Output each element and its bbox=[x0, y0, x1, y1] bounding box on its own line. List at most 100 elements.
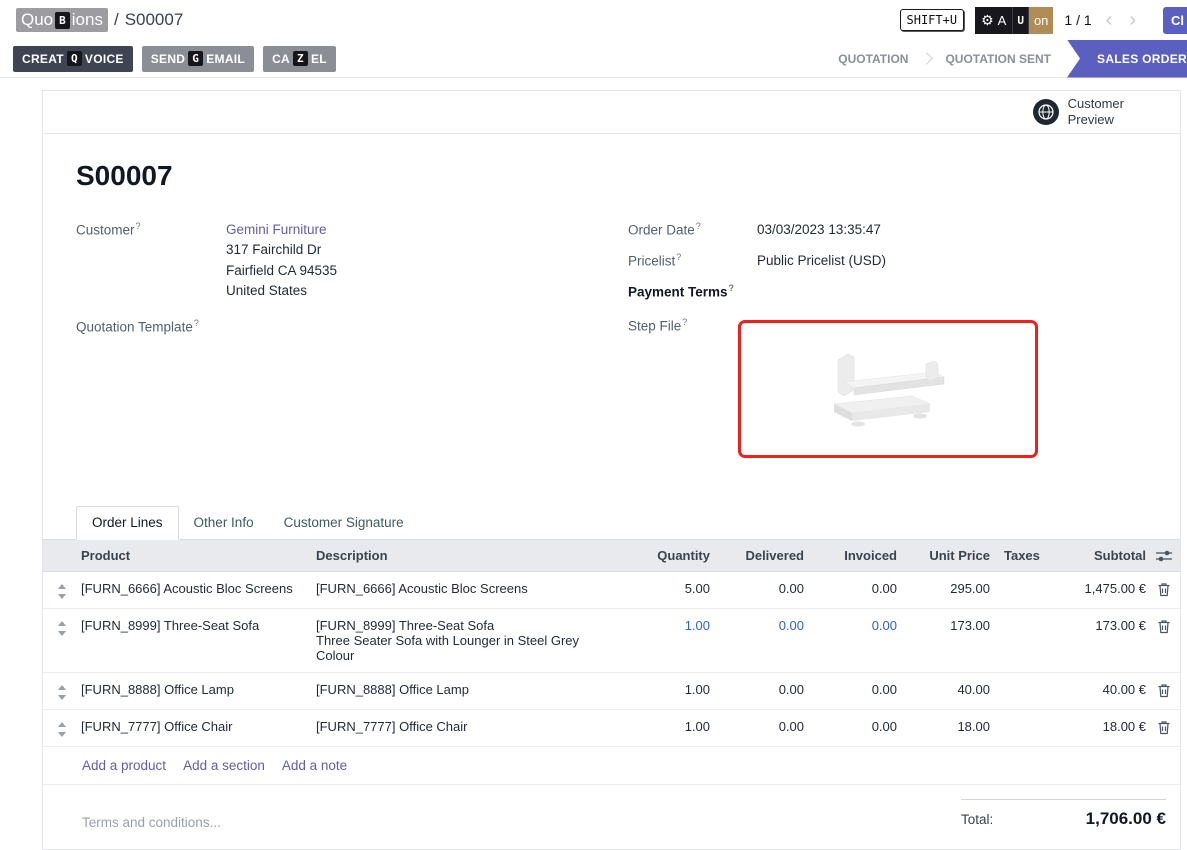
help-icon: ? bbox=[682, 317, 687, 327]
pricelist-field-row: Pricelist? Public Pricelist (USD) bbox=[628, 251, 1147, 272]
top-navbar: Quo B ions / S00007 SHIFT+U ⚙ A U on 1 /… bbox=[0, 0, 1187, 40]
header-subtotal[interactable]: Subtotal bbox=[1036, 548, 1146, 563]
shortcut-hint-badge: SHIFT+U bbox=[900, 9, 965, 31]
header-invoiced[interactable]: Invoiced bbox=[804, 548, 897, 563]
cell-description[interactable]: [FURN_8999] Three-Seat Sofa Three Seater… bbox=[316, 618, 620, 663]
action-label-post: on bbox=[1029, 7, 1053, 34]
control-panel: CREAT Q VOICE SEND G EMAIL CA Z EL QUOTA… bbox=[0, 40, 1187, 78]
cell-invoiced[interactable]: 0.00 bbox=[804, 581, 897, 596]
breadcrumb-quotations-text-post: ions bbox=[72, 10, 103, 30]
help-icon: ? bbox=[729, 283, 735, 293]
delete-row-icon[interactable] bbox=[1157, 582, 1171, 597]
total-value: 1,706.00 € bbox=[1086, 809, 1166, 829]
pricelist-label: Pricelist? bbox=[628, 251, 757, 272]
cell-delivered[interactable]: 0.00 bbox=[710, 682, 804, 697]
drag-handle-icon[interactable] bbox=[57, 685, 67, 700]
table-row[interactable]: [FURN_6666] Acoustic Bloc Screens [FURN_… bbox=[43, 572, 1180, 609]
cell-quantity[interactable]: 5.00 bbox=[620, 581, 710, 596]
table-row[interactable]: [FURN_8888] Office Lamp [FURN_8888] Offi… bbox=[43, 673, 1180, 710]
cell-unit-price[interactable]: 40.00 bbox=[897, 682, 990, 697]
clipped-edge-button[interactable]: Cl bbox=[1163, 7, 1187, 34]
add-a-product-link[interactable]: Add a product bbox=[82, 758, 166, 773]
cell-invoiced[interactable]: 0.00 bbox=[804, 719, 897, 734]
table-row[interactable]: [FURN_7777] Office Chair [FURN_7777] Off… bbox=[43, 710, 1180, 747]
cell-product[interactable]: [FURN_6666] Acoustic Bloc Screens bbox=[81, 581, 316, 596]
send-email-label-post: EMAIL bbox=[206, 52, 245, 66]
pricelist-value[interactable]: Public Pricelist (USD) bbox=[757, 251, 886, 271]
customer-value-block: Gemini Furniture 317 Fairchild Dr Fairfi… bbox=[226, 220, 337, 301]
drag-handle-icon[interactable] bbox=[57, 621, 67, 636]
customer-field-row: Customer? Gemini Furniture 317 Fairchild… bbox=[76, 220, 628, 301]
header-delivered[interactable]: Delivered bbox=[710, 548, 804, 563]
header-product[interactable]: Product bbox=[81, 548, 316, 563]
customer-address-line2: Fairfield CA 94535 bbox=[226, 261, 337, 281]
cell-subtotal: 1,475.00 € bbox=[1036, 581, 1146, 596]
cell-product[interactable]: [FURN_8888] Office Lamp bbox=[81, 682, 316, 697]
action-menu-gear: ⚙ A bbox=[975, 7, 1012, 34]
status-step-quotation-sent[interactable]: QUOTATION SENT bbox=[929, 52, 1067, 66]
delete-row-icon[interactable] bbox=[1157, 619, 1171, 634]
send-email-label-pre: SEND bbox=[151, 52, 186, 66]
delete-row-icon[interactable] bbox=[1157, 720, 1171, 735]
create-invoice-button[interactable]: CREAT Q VOICE bbox=[13, 46, 133, 72]
cell-delivered[interactable]: 0.00 bbox=[710, 581, 804, 596]
total-label: Total: bbox=[961, 812, 993, 827]
cell-delivered[interactable]: 0.00 bbox=[710, 719, 804, 734]
cell-invoiced[interactable]: 0.00 bbox=[804, 618, 897, 633]
header-taxes[interactable]: Taxes bbox=[990, 548, 1036, 563]
header-quantity[interactable]: Quantity bbox=[620, 548, 710, 563]
sheet-body: S00007 Customer? Gemini Furniture 317 Fa… bbox=[43, 134, 1180, 830]
header-unit-price[interactable]: Unit Price bbox=[897, 548, 990, 563]
sheet-footer: Terms and conditions... Total: 1,706.00 … bbox=[76, 799, 1147, 830]
step-file-label: Step File? bbox=[628, 316, 738, 337]
customer-address-line1: 317 Fairchild Dr bbox=[226, 240, 337, 260]
cell-delivered[interactable]: 0.00 bbox=[710, 618, 804, 633]
cell-unit-price[interactable]: 173.00 bbox=[897, 618, 990, 633]
tab-order-lines[interactable]: Order Lines bbox=[76, 506, 179, 540]
breadcrumb-quotations-link[interactable]: Quo B ions bbox=[16, 8, 108, 32]
cell-description[interactable]: [FURN_6666] Acoustic Bloc Screens bbox=[316, 581, 620, 596]
pager-next-button[interactable]: › bbox=[1126, 10, 1139, 30]
send-email-button[interactable]: SEND G EMAIL bbox=[142, 46, 254, 72]
cell-quantity[interactable]: 1.00 bbox=[620, 618, 710, 633]
pager-previous-button[interactable]: ‹ bbox=[1103, 10, 1116, 30]
cell-quantity[interactable]: 1.00 bbox=[620, 719, 710, 734]
fields-right-column: Order Date? 03/03/2023 13:35:47 Pricelis… bbox=[628, 220, 1147, 468]
hint-badge-create-invoice: Q bbox=[67, 51, 82, 66]
page-title: S00007 bbox=[76, 160, 1147, 192]
step-file-image-widget[interactable] bbox=[738, 320, 1038, 458]
breadcrumb-quotations-text-pre: Quo bbox=[21, 10, 53, 30]
breadcrumb-separator: / bbox=[114, 10, 119, 30]
tab-customer-signature[interactable]: Customer Signature bbox=[269, 507, 419, 539]
status-step-sales-order-active[interactable]: SALES ORDER bbox=[1067, 40, 1187, 78]
table-row[interactable]: [FURN_8999] Three-Seat Sofa [FURN_8999] … bbox=[43, 609, 1180, 673]
cell-product[interactable]: [FURN_8999] Three-Seat Sofa bbox=[81, 618, 316, 633]
drag-handle-icon[interactable] bbox=[57, 722, 67, 737]
customer-value-link[interactable]: Gemini Furniture bbox=[226, 222, 327, 237]
customer-preview-link[interactable]: Customer Preview bbox=[1068, 96, 1124, 129]
delete-row-icon[interactable] bbox=[1157, 683, 1171, 698]
breadcrumb-current: S00007 bbox=[125, 10, 184, 30]
cell-unit-price[interactable]: 18.00 bbox=[897, 719, 990, 734]
header-description[interactable]: Description bbox=[316, 548, 620, 563]
tab-other-info[interactable]: Other Info bbox=[179, 507, 269, 539]
status-step-quotation[interactable]: QUOTATION bbox=[822, 52, 924, 66]
cell-product[interactable]: [FURN_7777] Office Chair bbox=[81, 719, 316, 734]
cell-description[interactable]: [FURN_7777] Office Chair bbox=[316, 719, 620, 734]
order-date-value[interactable]: 03/03/2023 13:35:47 bbox=[757, 220, 881, 240]
drag-handle-icon[interactable] bbox=[57, 584, 67, 599]
cell-description[interactable]: [FURN_8888] Office Lamp bbox=[316, 682, 620, 697]
cell-invoiced[interactable]: 0.00 bbox=[804, 682, 897, 697]
customer-preview-strip: Customer Preview bbox=[43, 91, 1180, 134]
order-lines-table: Product Description Quantity Delivered I… bbox=[43, 540, 1180, 747]
cancel-button[interactable]: CA Z EL bbox=[263, 46, 336, 72]
cell-unit-price[interactable]: 295.00 bbox=[897, 581, 990, 596]
terms-and-conditions-placeholder[interactable]: Terms and conditions... bbox=[82, 799, 221, 830]
action-menu-button[interactable]: ⚙ A U on bbox=[975, 7, 1053, 34]
optional-columns-icon[interactable] bbox=[1156, 550, 1172, 562]
chevron-left-icon: ‹ bbox=[1106, 9, 1113, 31]
payment-terms-label: Payment Terms? bbox=[628, 282, 757, 303]
add-a-note-link[interactable]: Add a note bbox=[282, 758, 347, 773]
add-a-section-link[interactable]: Add a section bbox=[183, 758, 265, 773]
cell-quantity[interactable]: 1.00 bbox=[620, 682, 710, 697]
